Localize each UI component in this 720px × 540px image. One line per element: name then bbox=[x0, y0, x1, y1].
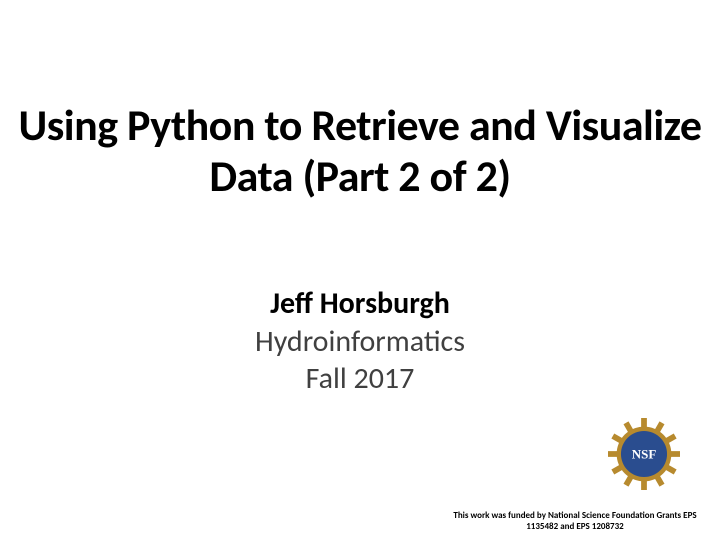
funding-note: This work was funded by National Science… bbox=[450, 511, 700, 532]
slide-title: Using Python to Retrieve and Visualize D… bbox=[0, 100, 720, 201]
subtitle-block: Jeff Horsburgh Hydroinformatics Fall 201… bbox=[0, 285, 720, 398]
nsf-logo-icon: NSF bbox=[608, 418, 680, 490]
author-name: Jeff Horsburgh bbox=[0, 285, 720, 323]
term: Fall 2017 bbox=[0, 360, 720, 398]
title-slide: Using Python to Retrieve and Visualize D… bbox=[0, 0, 720, 540]
course-name: Hydroinformatics bbox=[0, 323, 720, 361]
svg-text:NSF: NSF bbox=[632, 446, 657, 461]
